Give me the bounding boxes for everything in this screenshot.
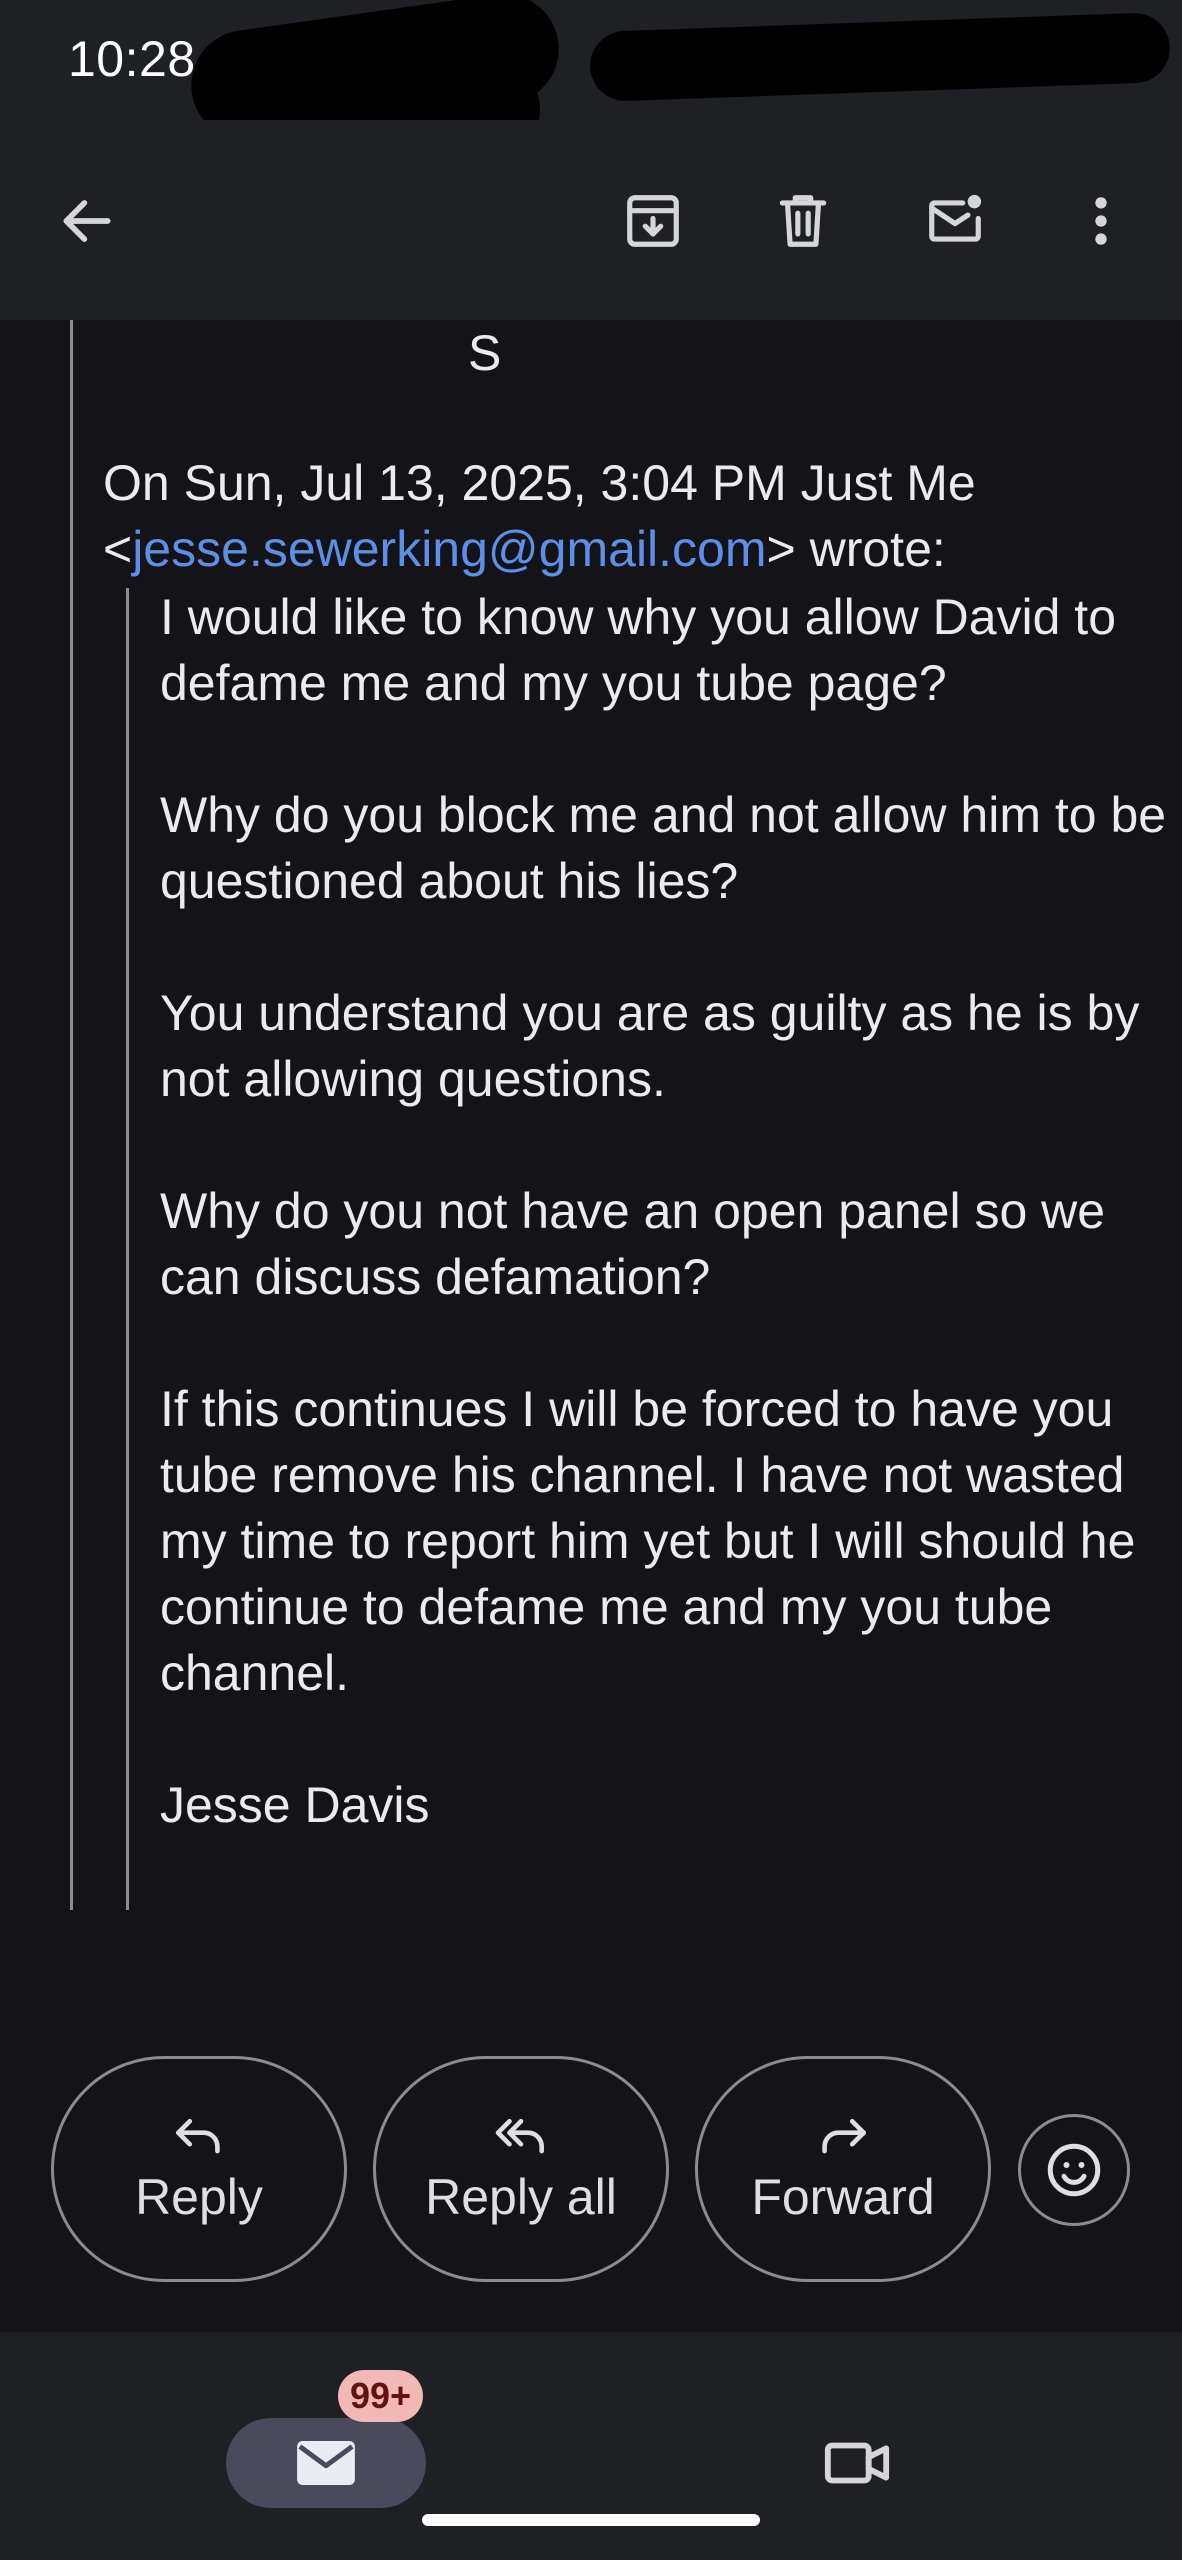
status-time: 10:28 bbox=[68, 31, 196, 87]
back-button[interactable] bbox=[42, 176, 132, 266]
delete-button[interactable] bbox=[758, 176, 848, 266]
quoted-paragraph: You understand you are as guilty as he i… bbox=[160, 985, 1140, 1107]
message-actions: Reply Reply all Forward bbox=[0, 2040, 1182, 2340]
attribution-suffix: > wrote: bbox=[766, 521, 946, 577]
reply-all-icon bbox=[495, 2118, 544, 2154]
quoted-paragraph: Why do you block me and not allow him to… bbox=[160, 787, 1167, 909]
archive-button[interactable] bbox=[608, 176, 698, 266]
quoted-signature: Jesse Davis bbox=[160, 1777, 430, 1833]
quote-rule-inner bbox=[126, 588, 129, 1910]
smiley-icon bbox=[1047, 2143, 1101, 2197]
message-toolbar bbox=[0, 120, 1182, 320]
reply-all-button[interactable]: Reply all bbox=[373, 2056, 669, 2282]
unread-count-badge: 99+ bbox=[338, 2370, 424, 2422]
quoted-message: I would like to know why you allow David… bbox=[160, 584, 1170, 1838]
reply-icon bbox=[176, 2118, 220, 2154]
reply-button[interactable]: Reply bbox=[51, 2056, 347, 2282]
quoted-paragraph: If this continues I will be forced to ha… bbox=[160, 1381, 1136, 1701]
mail-tab[interactable] bbox=[226, 2418, 426, 2508]
arrow-left-icon bbox=[63, 200, 111, 242]
signature-initial: S bbox=[468, 325, 502, 381]
forward-button[interactable]: Forward bbox=[695, 2056, 991, 2282]
message-body: S On Sun, Jul 13, 2025, 3:04 PM Just Me … bbox=[0, 320, 1182, 1970]
more-vertical-icon bbox=[1095, 197, 1107, 245]
video-camera-icon bbox=[824, 2442, 890, 2484]
forward-icon bbox=[822, 2118, 866, 2154]
mail-dot-icon bbox=[929, 194, 982, 242]
reply-label: Reply bbox=[135, 2169, 263, 2225]
home-indicator[interactable] bbox=[422, 2514, 760, 2526]
emoji-reaction-button[interactable] bbox=[1018, 2114, 1130, 2226]
status-bar: 10:28 bbox=[0, 0, 1182, 170]
quote-rule-outer bbox=[70, 320, 73, 1910]
reply-all-label: Reply all bbox=[425, 2169, 617, 2225]
quoted-paragraph: I would like to know why you allow David… bbox=[160, 589, 1117, 711]
sender-email-link[interactable]: jesse.sewerking@gmail.com bbox=[132, 521, 766, 577]
more-options-button[interactable] bbox=[1056, 176, 1146, 266]
forward-label: Forward bbox=[751, 2169, 935, 2225]
quote-attribution: On Sun, Jul 13, 2025, 3:04 PM Just Me <j… bbox=[103, 450, 1163, 582]
redaction-mark bbox=[588, 11, 1172, 103]
mark-unread-button[interactable] bbox=[910, 176, 1000, 266]
meet-tab[interactable] bbox=[812, 2418, 902, 2508]
quoted-paragraph: Why do you not have an open panel so we … bbox=[160, 1183, 1106, 1305]
mail-icon bbox=[297, 2441, 355, 2485]
trash-icon bbox=[779, 195, 827, 247]
archive-icon bbox=[627, 195, 679, 247]
